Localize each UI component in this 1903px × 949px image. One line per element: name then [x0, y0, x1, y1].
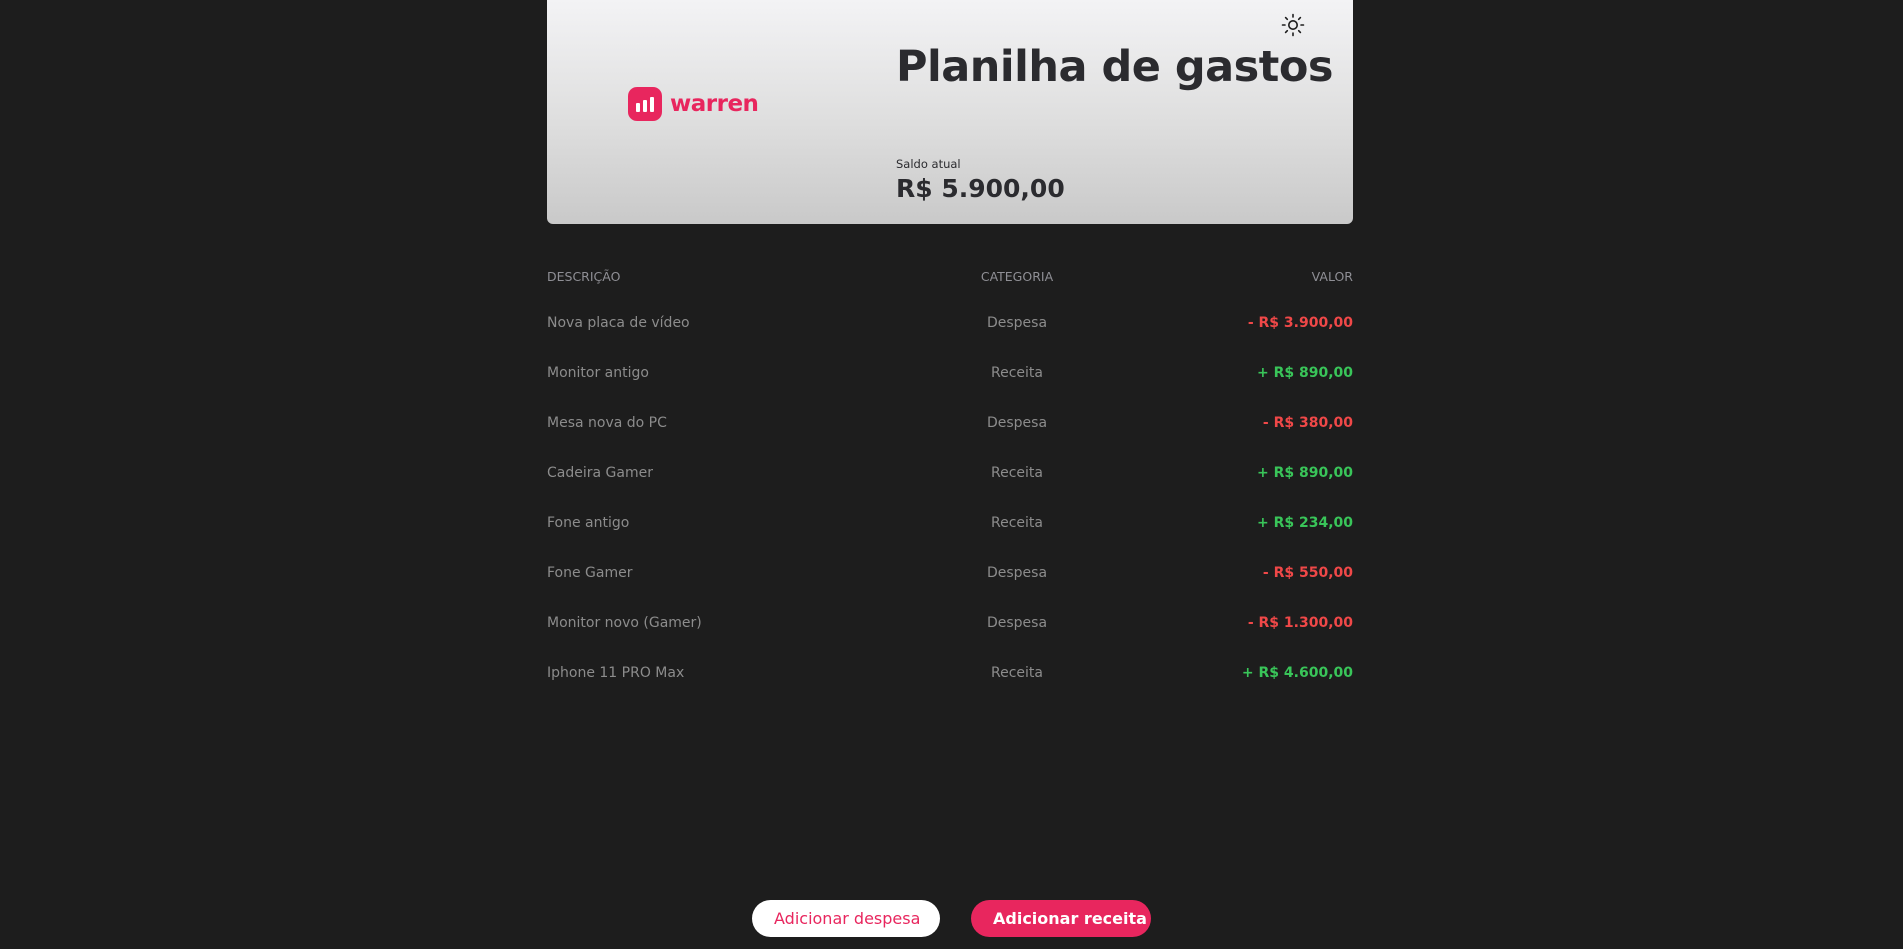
row-category: Receita	[991, 665, 1043, 681]
row-category: Receita	[991, 365, 1043, 381]
row-description: Mesa nova do PC	[547, 415, 667, 431]
row-category: Despesa	[986, 565, 1048, 581]
column-header-category: CATEGORIA	[980, 268, 1054, 284]
row-category: Despesa	[986, 415, 1048, 431]
table-row: Iphone 11 PRO Max Receita + R$ 4.600,00	[547, 648, 1353, 698]
row-description: Nova placa de vídeo	[547, 315, 690, 331]
row-description: Fone antigo	[547, 515, 630, 531]
table-row: Monitor novo (Gamer) Despesa - R$ 1.300,…	[547, 598, 1353, 648]
table-header-row: DESCRIÇÃO CATEGORIA VALOR	[547, 266, 1353, 286]
table-row: Mesa nova do PC Despesa - R$ 380,00	[547, 398, 1353, 448]
table-row: Fone Gamer Despesa - R$ 550,00	[547, 548, 1353, 598]
column-header-description: DESCRIÇÃO	[547, 268, 621, 284]
table-row: Fone antigo Receita + R$ 234,00	[547, 498, 1353, 548]
warren-logo: warren	[628, 87, 759, 121]
logo-text: warren	[670, 91, 759, 117]
row-description: Cadeira Gamer	[547, 465, 653, 481]
page-title: Planilha de gastos	[896, 42, 1333, 92]
transactions-table: DESCRIÇÃO CATEGORIA VALOR Nova placa de …	[547, 266, 1353, 698]
row-value: - R$ 1.300,00	[1247, 615, 1353, 631]
header-card: warren Planilha de gastos Saldo atual R$…	[547, 0, 1353, 224]
warren-logo-icon	[628, 87, 662, 121]
row-value: + R$ 890,00	[1256, 465, 1353, 481]
row-value: + R$ 890,00	[1256, 365, 1353, 381]
theme-toggle-sun-icon[interactable]	[1281, 13, 1305, 37]
table-row: Monitor antigo Receita + R$ 890,00	[547, 348, 1353, 398]
row-value: + R$ 4.600,00	[1241, 665, 1353, 681]
row-category: Receita	[991, 465, 1043, 481]
row-description: Fone Gamer	[547, 565, 633, 581]
page: warren Planilha de gastos Saldo atual R$…	[0, 0, 1903, 949]
table-row: Nova placa de vídeo Despesa - R$ 3.900,0…	[547, 298, 1353, 348]
column-header-value: VALOR	[1311, 268, 1353, 284]
row-category: Receita	[991, 515, 1043, 531]
row-description: Monitor antigo	[547, 365, 649, 381]
row-value: - R$ 380,00	[1262, 415, 1353, 431]
balance-label: Saldo atual	[896, 157, 961, 171]
action-bar: Adicionar despesa Adicionar receita	[0, 900, 1903, 937]
row-value: - R$ 3.900,00	[1247, 315, 1353, 331]
add-income-button[interactable]: Adicionar receita	[971, 900, 1151, 937]
table-row: Cadeira Gamer Receita + R$ 890,00	[547, 448, 1353, 498]
row-description: Monitor novo (Gamer)	[547, 615, 702, 631]
row-description: Iphone 11 PRO Max	[547, 665, 685, 681]
balance-value: R$ 5.900,00	[896, 174, 1065, 203]
row-category: Despesa	[986, 615, 1048, 631]
row-category: Despesa	[986, 315, 1048, 331]
add-expense-button[interactable]: Adicionar despesa	[752, 900, 940, 937]
row-value: - R$ 550,00	[1262, 565, 1353, 581]
row-value: + R$ 234,00	[1256, 515, 1353, 531]
